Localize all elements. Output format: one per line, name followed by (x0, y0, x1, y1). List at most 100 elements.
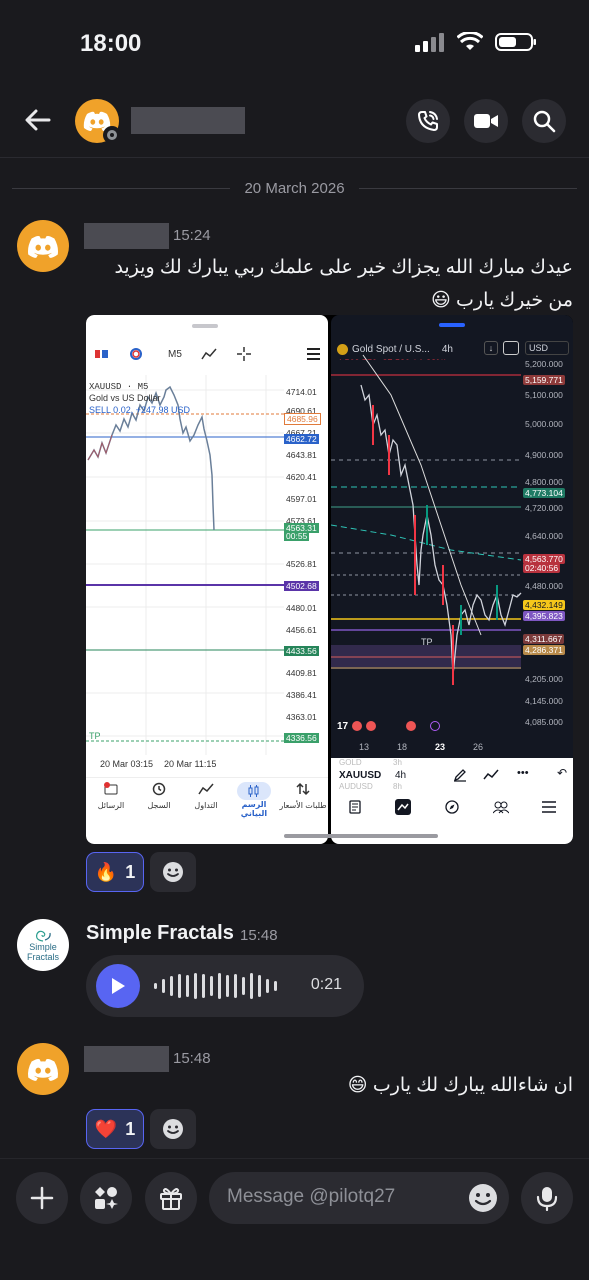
tv-price-label: 5,100.000 (525, 390, 563, 400)
tv-price-label: 5,200.000 (525, 359, 563, 369)
plus-icon (30, 1186, 54, 1210)
back-button[interactable] (22, 104, 54, 136)
waveform[interactable] (154, 972, 277, 1000)
avatar-text: Simple Fractals (26, 942, 59, 962)
mt5-price-label: 4480.01 (286, 603, 317, 613)
reaction-heart[interactable]: ❤️ 1 (86, 1109, 144, 1149)
waveform-bar (162, 979, 165, 993)
gift-icon (160, 1188, 182, 1210)
tv-price-label: 4,205.000 (525, 674, 563, 684)
drag-handle (439, 323, 465, 327)
mt5-price-axis: 4714.01 4690.61 4685.96 4667.21 4662.72 4643.… (284, 375, 328, 755)
chart-tab-icon[interactable] (395, 799, 412, 815)
waveform-bar (226, 975, 229, 997)
tv-price-label: 4,286.371 (523, 645, 565, 655)
explore-icon[interactable] (445, 800, 459, 814)
pen-icon[interactable] (453, 768, 467, 782)
reply-icon[interactable]: ↶ (557, 766, 567, 780)
tv-price-label: 4,085.000 (525, 717, 563, 727)
tv-price-label: 4,773.104 (523, 488, 565, 498)
image-attachment[interactable]: M5 XAUUSD · M5 Gold vs US Dollar SELL 0.… (86, 315, 573, 844)
more-icon[interactable]: ••• (517, 767, 529, 779)
waveform-bar (274, 981, 277, 991)
discord-logo-icon (28, 1058, 58, 1081)
mt5-price-label: 4526.81 (286, 559, 317, 569)
tv-watch-symbol[interactable]: XAUUSD (339, 770, 381, 781)
mt5-price-label: 4597.01 (286, 494, 317, 504)
mt5-symbol-desc: Gold vs US Dollar (89, 393, 161, 403)
menu-icon (307, 348, 320, 360)
message-timestamp: 15:48 (173, 1050, 211, 1067)
apps-button[interactable] (80, 1172, 132, 1224)
battery-icon (495, 33, 536, 51)
tradingview-chart-screenshot: Gold Spot / U.S... 4h ↓ USD 4,563.770 -8… (331, 315, 573, 844)
phone-icon (418, 111, 438, 131)
search-icon (533, 110, 556, 133)
mt5-nav-messages[interactable]: الرسائل (88, 782, 134, 810)
add-reaction-button[interactable] (150, 1109, 196, 1149)
add-reaction-button[interactable] (150, 852, 196, 892)
tv-watchlist-panel: GOLD 3h XAUUSD 4h ••• ↶ AUDUSD 8h (331, 758, 573, 844)
mt5-nav-chart[interactable]: الرسم البياني (229, 782, 279, 818)
emoji-picker-icon[interactable] (467, 1182, 499, 1214)
author-name-redacted (84, 223, 169, 249)
tv-price-label: 4,900.000 (525, 450, 563, 460)
smiley-icon (163, 1119, 183, 1139)
watchlist-icon[interactable] (348, 800, 362, 814)
date-separator-label: 20 March 2026 (244, 179, 345, 197)
tv-price-label: 4,720.000 (525, 503, 563, 513)
mt5-price-label: 4502.68 (284, 581, 319, 591)
waveform-bar (242, 977, 245, 995)
lightning-icon (430, 721, 441, 731)
mt5-bottom-nav: الرسائل السجل التداول الرسم البياني طلبا… (86, 777, 328, 823)
tv-price-label: 4,800.000 (525, 477, 563, 487)
gift-button[interactable] (145, 1172, 197, 1224)
waveform-bar (154, 983, 157, 989)
waveform-bar (218, 973, 221, 999)
date-separator: 20 March 2026 (12, 177, 578, 199)
mt5-date-label: 20 Mar 03:15 (100, 759, 154, 769)
video-call-button[interactable] (464, 99, 508, 143)
mt5-nav-quotes[interactable]: طلبات الأسعار (278, 782, 328, 810)
community-icon[interactable] (492, 800, 509, 814)
mt5-nav-history[interactable]: السجل (136, 782, 182, 810)
menu-icon[interactable] (542, 801, 557, 813)
fractal-logo-icon (36, 930, 51, 942)
mt5-price-label: 00:55 (284, 531, 310, 541)
message-avatar[interactable] (17, 1043, 69, 1095)
mt5-price-label: 4386.41 (286, 690, 317, 700)
mt5-chart-screenshot: M5 XAUUSD · M5 Gold vs US Dollar SELL 0.… (86, 315, 328, 844)
add-attachment-button[interactable] (16, 1172, 68, 1224)
simple-fractals-avatar[interactable]: Simple Fractals (17, 919, 69, 971)
tv-price-label: 4,395.823 (523, 611, 565, 621)
trade-icon (198, 783, 214, 795)
crosshair-icon (237, 347, 251, 361)
draw-tool-icon (201, 348, 217, 360)
tradingview-logo-icon: 17 (337, 721, 349, 732)
waveform-bar (258, 975, 261, 997)
voice-call-button[interactable] (406, 99, 450, 143)
drag-handle (192, 324, 218, 328)
voice-record-button[interactable] (521, 1172, 573, 1224)
waveform-bar (178, 974, 181, 998)
flag-icon (352, 721, 363, 731)
author-name-redacted (84, 1046, 169, 1072)
tv-price-label: 4,145.000 (525, 696, 563, 706)
search-button[interactable] (522, 99, 566, 143)
mt5-price-label: 4662.72 (284, 434, 319, 444)
reaction-fire[interactable]: 🔥 1 (86, 852, 144, 892)
status-bar: 18:00 (0, 0, 589, 88)
indicators-icon[interactable] (483, 768, 501, 782)
play-button[interactable] (96, 964, 140, 1008)
fire-emoji-icon: 🔥 (94, 861, 118, 882)
tv-price-axis: 5,200.000 5,159.771 5,100.000 5,000.000 4,90… (521, 335, 573, 755)
mt5-price-label: 4620.41 (286, 472, 317, 482)
tv-watch-timeframe: 4h (395, 770, 407, 781)
discord-logo-icon (28, 235, 58, 258)
mt5-price-label: 4409.81 (286, 668, 317, 678)
contact-name-redacted (131, 107, 245, 134)
message-input[interactable]: Message @pilotq27 (209, 1172, 509, 1224)
author-name[interactable]: Simple Fractals (86, 922, 234, 945)
message-avatar[interactable] (17, 220, 69, 272)
mt5-nav-trade[interactable]: التداول (183, 782, 229, 810)
